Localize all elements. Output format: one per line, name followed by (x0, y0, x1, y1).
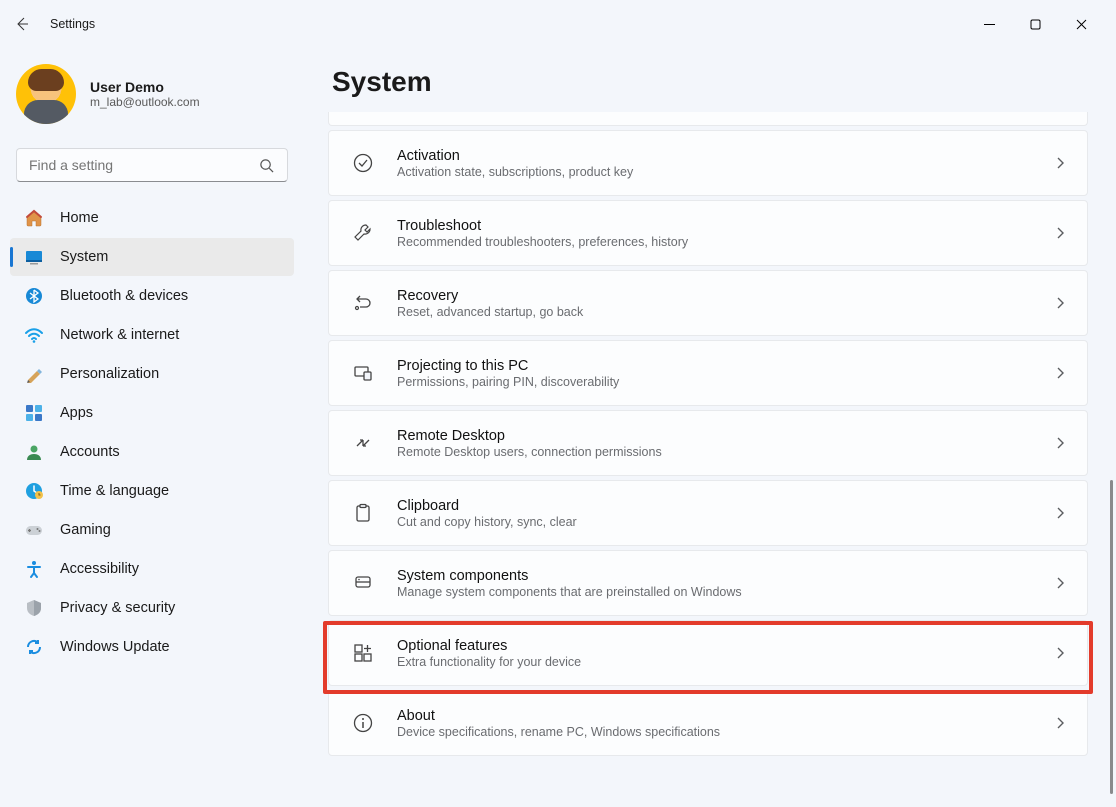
chevron-right-icon (1053, 716, 1067, 730)
system-icon (24, 247, 44, 267)
card-title: About (397, 708, 1031, 724)
sidebar-item-label: Accounts (60, 444, 120, 460)
sidebar-item-label: Apps (60, 405, 93, 421)
sidebar-item-label: Personalization (60, 366, 159, 382)
sidebar-item-privacy[interactable]: Privacy & security (10, 589, 294, 627)
activation-icon (351, 151, 375, 175)
sidebar-item-label: Privacy & security (60, 600, 175, 616)
card-system-components[interactable]: System componentsManage system component… (328, 550, 1088, 616)
card-title: Clipboard (397, 498, 1031, 514)
sidebar-item-time[interactable]: Time & language (10, 472, 294, 510)
sidebar-item-label: System (60, 249, 108, 265)
home-icon (24, 208, 44, 228)
back-button[interactable] (12, 14, 32, 34)
card-troubleshoot[interactable]: TroubleshootRecommended troubleshooters,… (328, 200, 1088, 266)
bluetooth-icon (24, 286, 44, 306)
card-about[interactable]: AboutDevice specifications, rename PC, W… (328, 690, 1088, 756)
card-title: Remote Desktop (397, 428, 1031, 444)
personalization-icon (24, 364, 44, 384)
card-clipboard[interactable]: ClipboardCut and copy history, sync, cle… (328, 480, 1088, 546)
titlebar: Settings (0, 0, 1116, 48)
chevron-right-icon (1053, 506, 1067, 520)
network-icon (24, 325, 44, 345)
profile-name: User Demo (90, 79, 200, 95)
sidebar-item-accounts[interactable]: Accounts (10, 433, 294, 471)
main-content: System ActivationActivation state, subsc… (310, 48, 1116, 807)
card-cutoff-previous[interactable] (328, 112, 1088, 126)
card-subtitle: Activation state, subscriptions, product… (397, 165, 1031, 179)
chevron-right-icon (1053, 436, 1067, 450)
chevron-right-icon (1053, 646, 1067, 660)
sidebar-item-update[interactable]: Windows Update (10, 628, 294, 666)
card-projecting[interactable]: Projecting to this PCPermissions, pairin… (328, 340, 1088, 406)
card-recovery[interactable]: RecoveryReset, advanced startup, go back (328, 270, 1088, 336)
card-activation[interactable]: ActivationActivation state, subscription… (328, 130, 1088, 196)
recovery-icon (351, 291, 375, 315)
card-title: Recovery (397, 288, 1031, 304)
maximize-button[interactable] (1012, 8, 1058, 40)
chevron-right-icon (1053, 226, 1067, 240)
card-subtitle: Permissions, pairing PIN, discoverabilit… (397, 375, 1031, 389)
troubleshoot-icon (351, 221, 375, 245)
profile-email: m_lab@outlook.com (90, 95, 200, 109)
card-title: Projecting to this PC (397, 358, 1031, 374)
minimize-button[interactable] (966, 8, 1012, 40)
chevron-right-icon (1053, 296, 1067, 310)
card-subtitle: Extra functionality for your device (397, 655, 1031, 669)
card-title: System components (397, 568, 1031, 584)
card-subtitle: Cut and copy history, sync, clear (397, 515, 1031, 529)
remote-desktop-icon (351, 431, 375, 455)
system-components-icon (351, 571, 375, 595)
card-title: Optional features (397, 638, 1031, 654)
sidebar: User Demo m_lab@outlook.com Home System Bl… (0, 48, 310, 807)
page-title: System (332, 66, 1088, 98)
chevron-right-icon (1053, 576, 1067, 590)
app-title: Settings (50, 17, 95, 31)
time-icon (24, 481, 44, 501)
update-icon (24, 637, 44, 657)
card-title: Activation (397, 148, 1031, 164)
close-button[interactable] (1058, 8, 1104, 40)
sidebar-item-gaming[interactable]: Gaming (10, 511, 294, 549)
search-icon[interactable] (252, 148, 280, 182)
scrollbar-thumb[interactable] (1110, 480, 1113, 794)
profile-block[interactable]: User Demo m_lab@outlook.com (6, 60, 298, 142)
card-subtitle: Reset, advanced startup, go back (397, 305, 1031, 319)
clipboard-icon (351, 501, 375, 525)
sidebar-item-bluetooth[interactable]: Bluetooth & devices (10, 277, 294, 315)
sidebar-item-label: Time & language (60, 483, 169, 499)
sidebar-item-accessibility[interactable]: Accessibility (10, 550, 294, 588)
accessibility-icon (24, 559, 44, 579)
card-subtitle: Manage system components that are preins… (397, 585, 1031, 599)
sidebar-item-label: Home (60, 210, 99, 226)
about-icon (351, 711, 375, 735)
sidebar-item-label: Bluetooth & devices (60, 288, 188, 304)
sidebar-item-network[interactable]: Network & internet (10, 316, 294, 354)
chevron-right-icon (1053, 156, 1067, 170)
sidebar-item-apps[interactable]: Apps (10, 394, 294, 432)
sidebar-item-home[interactable]: Home (10, 199, 294, 237)
chevron-right-icon (1053, 366, 1067, 380)
gaming-icon (24, 520, 44, 540)
sidebar-item-label: Accessibility (60, 561, 139, 577)
sidebar-item-personalization[interactable]: Personalization (10, 355, 294, 393)
sidebar-item-system[interactable]: System (10, 238, 294, 276)
card-subtitle: Device specifications, rename PC, Window… (397, 725, 1031, 739)
search-input[interactable] (16, 148, 288, 182)
card-remote-desktop[interactable]: Remote DesktopRemote Desktop users, conn… (328, 410, 1088, 476)
sidebar-item-label: Gaming (60, 522, 111, 538)
card-subtitle: Remote Desktop users, connection permiss… (397, 445, 1031, 459)
sidebar-item-label: Windows Update (60, 639, 170, 655)
accounts-icon (24, 442, 44, 462)
privacy-icon (24, 598, 44, 618)
optional-features-icon (351, 641, 375, 665)
card-title: Troubleshoot (397, 218, 1031, 234)
sidebar-item-label: Network & internet (60, 327, 179, 343)
avatar (16, 64, 76, 124)
card-subtitle: Recommended troubleshooters, preferences… (397, 235, 1031, 249)
apps-icon (24, 403, 44, 423)
card-optional-features[interactable]: Optional featuresExtra functionality for… (328, 620, 1088, 686)
projecting-icon (351, 361, 375, 385)
